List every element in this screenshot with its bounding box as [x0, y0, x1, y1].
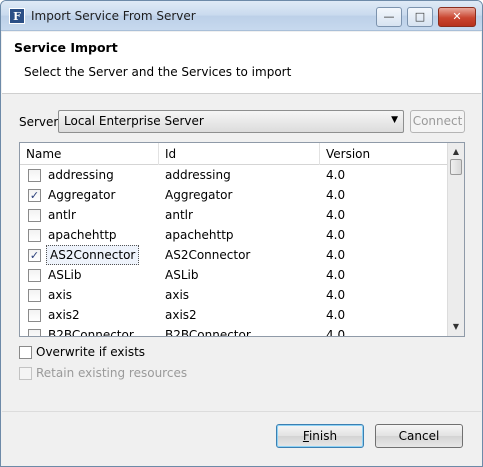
app-icon: F: [9, 8, 25, 24]
service-version-cell: 4.0: [326, 308, 346, 322]
page-description: Select the Server and the Services to im…: [24, 65, 292, 79]
checkbox-unchecked-icon[interactable]: [28, 309, 41, 322]
service-id-cell: apachehttp: [165, 228, 234, 242]
checkbox-checked-icon[interactable]: ✓: [28, 189, 41, 202]
page-title: Service Import: [14, 40, 118, 55]
column-header-id[interactable]: Id: [159, 143, 320, 165]
cancel-button[interactable]: Cancel: [375, 424, 463, 448]
minimize-button[interactable]: —: [376, 7, 402, 27]
checkbox-unchecked-icon[interactable]: [28, 289, 41, 302]
service-id-cell: Aggregator: [165, 188, 233, 202]
service-version-cell: 4.0: [326, 228, 346, 242]
dialog-window: F Import Service From Server — □ ✕ Servi…: [0, 0, 483, 467]
service-name-cell[interactable]: ASLib: [48, 265, 81, 285]
service-version-cell: 4.0: [326, 288, 346, 302]
vertical-scrollbar[interactable]: ▲ ▼: [447, 143, 464, 336]
table-row[interactable]: ✓ Aggregator Aggregator 4.0: [20, 185, 448, 205]
service-name-cell[interactable]: B2BConnector: [48, 325, 134, 336]
close-button[interactable]: ✕: [438, 7, 476, 27]
connect-button[interactable]: Connect: [410, 110, 465, 133]
service-id-cell: ASLib: [165, 268, 199, 282]
checkbox-checked-icon[interactable]: ✓: [28, 249, 41, 262]
table-row[interactable]: B2BConnector B2BConnector 4.0: [20, 325, 448, 337]
service-name-cell[interactable]: Aggregator: [48, 185, 115, 205]
service-id-cell: axis2: [165, 308, 197, 322]
checkbox-unchecked-icon[interactable]: [28, 209, 41, 222]
table-row[interactable]: ✓ AS2Connector AS2Connector 4.0: [20, 245, 448, 265]
table-row[interactable]: addressing addressing 4.0: [20, 165, 448, 185]
service-version-cell: 4.0: [326, 208, 346, 222]
table-row[interactable]: axis axis 4.0: [20, 285, 448, 305]
service-id-cell: antlr: [165, 208, 193, 222]
retain-resources-label: Retain existing resources: [36, 366, 188, 380]
finish-label: inish: [308, 429, 338, 443]
server-select[interactable]: Local Enterprise Server ▼: [58, 110, 404, 133]
service-name-cell[interactable]: apachehttp: [48, 225, 117, 245]
service-id-cell: axis: [165, 288, 190, 302]
service-id-cell: AS2Connector: [165, 248, 251, 262]
maximize-button[interactable]: □: [407, 7, 433, 27]
service-name-cell[interactable]: axis2: [48, 305, 80, 325]
table-row[interactable]: antlr antlr 4.0: [20, 205, 448, 225]
service-id-cell: B2BConnector: [165, 328, 251, 337]
window-title: Import Service From Server: [31, 9, 196, 23]
server-select-value: Local Enterprise Server: [64, 114, 204, 128]
service-name-cell[interactable]: axis: [48, 285, 72, 305]
checkbox-unchecked-icon[interactable]: [28, 229, 41, 242]
scroll-down-icon[interactable]: ▼: [448, 320, 464, 334]
server-label: Server:: [19, 115, 63, 129]
service-name-cell[interactable]: AS2Connector: [46, 245, 140, 265]
services-table: Name Id Version addressing addressing 4.0 ✓…: [19, 142, 465, 337]
service-name-cell[interactable]: antlr: [48, 205, 76, 225]
table-row[interactable]: apachehttp apachehttp 4.0: [20, 225, 448, 245]
service-version-cell: 4.0: [326, 168, 346, 182]
service-version-cell: 4.0: [326, 268, 346, 282]
service-version-cell: 4.0: [326, 328, 346, 337]
footer-divider: [2, 411, 481, 412]
overwrite-label: Overwrite if exists: [36, 345, 146, 359]
scroll-up-icon[interactable]: ▲: [448, 145, 464, 159]
scrollbar-thumb[interactable]: [450, 159, 462, 175]
dialog-header: Service Import Select the Server and the…: [2, 32, 481, 94]
title-bar[interactable]: F Import Service From Server — □ ✕: [1, 1, 482, 31]
checkbox-box: [19, 367, 32, 380]
checkbox-unchecked-icon[interactable]: [28, 169, 41, 182]
service-name-cell[interactable]: addressing: [48, 165, 114, 185]
table-header: Name Id Version: [20, 143, 448, 165]
finish-button[interactable]: Finish: [276, 424, 364, 448]
service-version-cell: 4.0: [326, 248, 346, 262]
checkbox-unchecked-icon[interactable]: [28, 329, 41, 336]
checkbox-unchecked-icon[interactable]: [28, 269, 41, 282]
checkbox-box[interactable]: [19, 346, 32, 359]
chevron-down-icon: ▼: [391, 115, 398, 125]
service-version-cell: 4.0: [326, 188, 346, 202]
table-row[interactable]: ASLib ASLib 4.0: [20, 265, 448, 285]
service-id-cell: addressing: [165, 168, 231, 182]
table-row[interactable]: axis2 axis2 4.0: [20, 305, 448, 325]
column-header-version[interactable]: Version: [320, 143, 448, 165]
column-header-name[interactable]: Name: [20, 143, 159, 165]
